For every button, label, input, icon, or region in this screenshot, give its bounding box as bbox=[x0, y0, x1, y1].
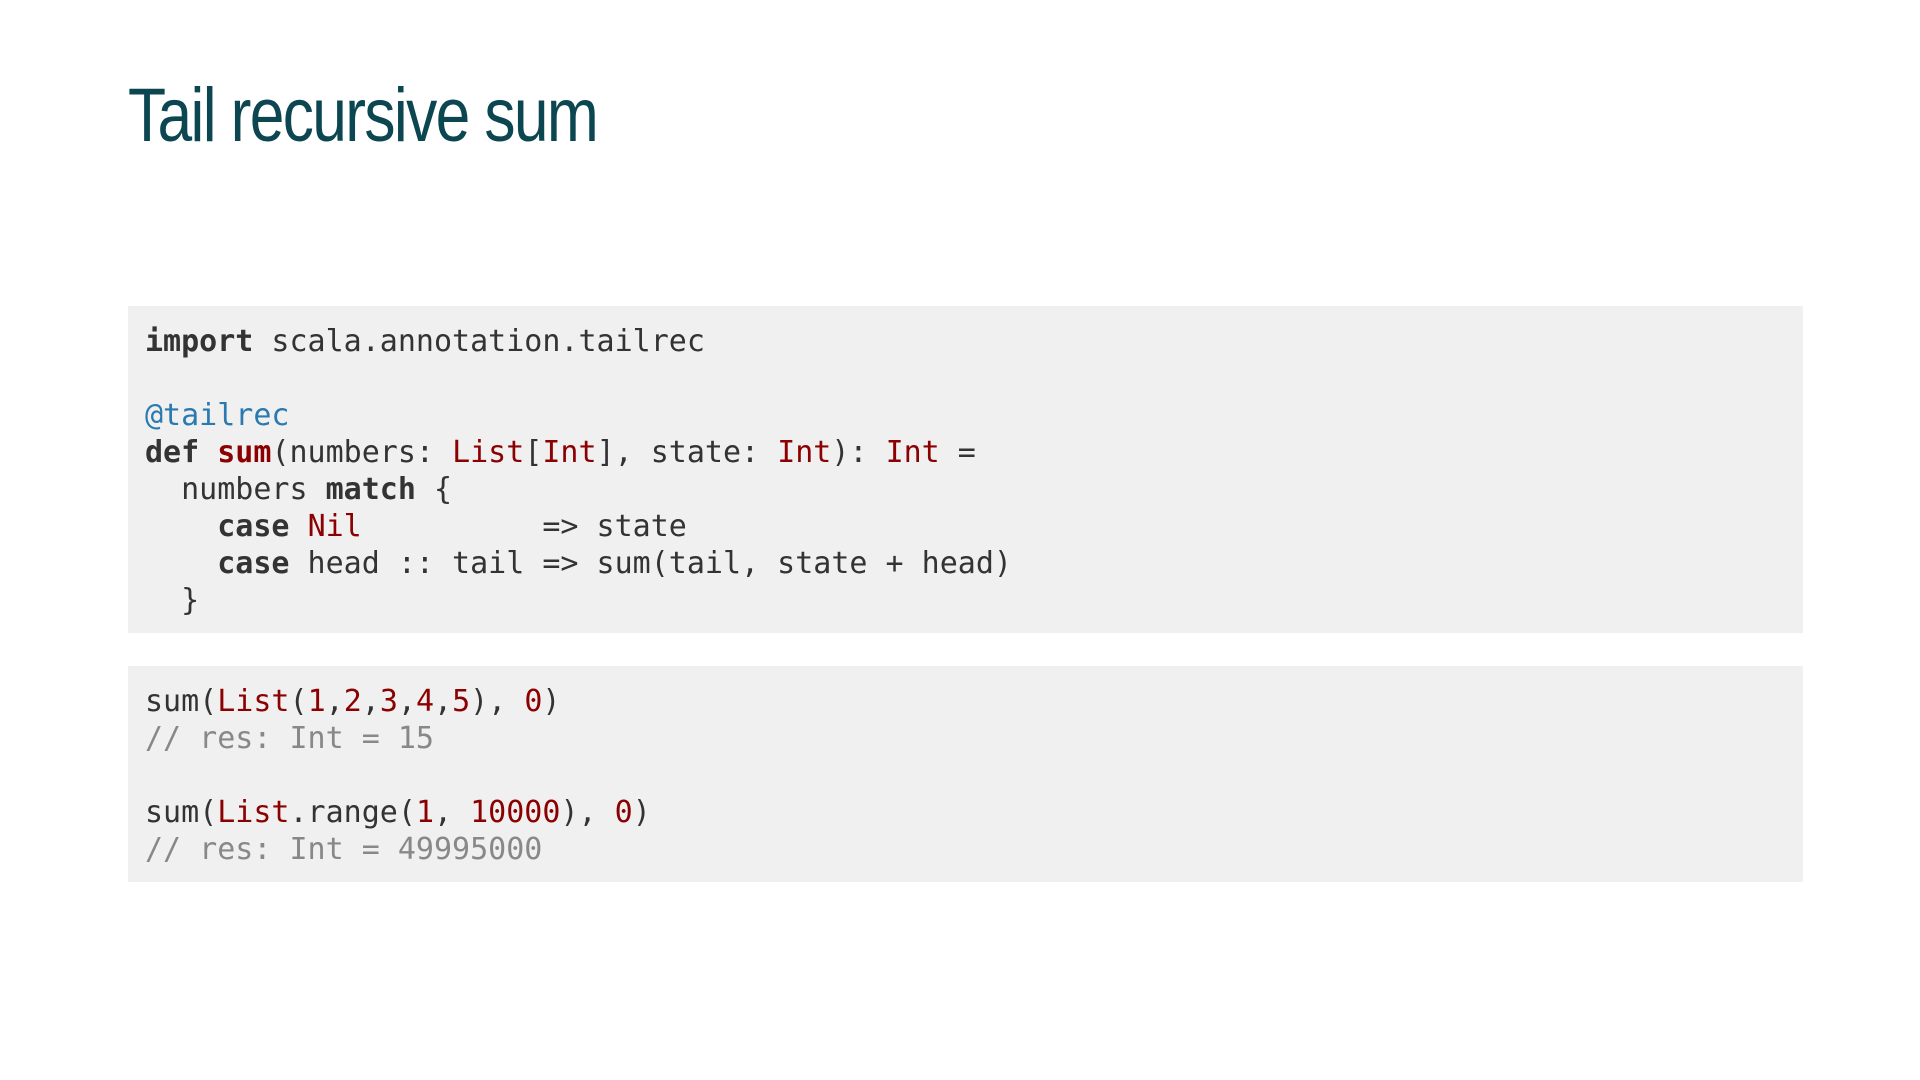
token-code-text bbox=[145, 509, 217, 544]
code-line: @tailrec bbox=[145, 397, 1786, 434]
token-code-text: , bbox=[434, 795, 471, 830]
code-line: sum(List(1,2,3,4,5), 0) bbox=[145, 683, 1786, 720]
token-code-text bbox=[290, 509, 308, 544]
token-type-name: List bbox=[452, 435, 525, 470]
token-code-text: sum( bbox=[145, 795, 218, 830]
code-block-definition: import scala.annotation.tailrec @tailrec d… bbox=[128, 306, 1803, 633]
code-line: } bbox=[145, 582, 1786, 619]
token-number-literal: 1 bbox=[307, 684, 326, 719]
token-code-text: ): bbox=[831, 435, 886, 470]
token-code-text: .range( bbox=[289, 795, 416, 830]
token-keyword: import bbox=[145, 324, 254, 359]
token-number-literal: 0 bbox=[614, 795, 633, 830]
token-number-literal: 5 bbox=[452, 684, 471, 719]
token-code-text: scala.annotation.tailrec bbox=[253, 324, 705, 359]
token-type-name: Int bbox=[777, 435, 832, 470]
token-code-text: ), bbox=[560, 795, 615, 830]
token-type-name: Int bbox=[542, 435, 597, 470]
token-code-text: ) bbox=[632, 795, 651, 830]
code-line: // res: Int = 49995000 bbox=[145, 831, 1786, 868]
token-keyword: def bbox=[145, 435, 200, 470]
token-code-text: ) bbox=[542, 684, 561, 719]
token-type-name: Nil bbox=[307, 509, 362, 544]
token-code-text: => state bbox=[361, 509, 687, 544]
token-type-name: List bbox=[217, 795, 290, 830]
token-type-name: List bbox=[217, 684, 290, 719]
code-line: case head :: tail => sum(tail, state + h… bbox=[145, 545, 1786, 582]
token-code-text: [ bbox=[524, 435, 543, 470]
token-code-text: } bbox=[145, 583, 200, 618]
token-number-literal: 10000 bbox=[470, 795, 561, 830]
token-number-literal: 2 bbox=[343, 684, 362, 719]
token-code-text: = bbox=[939, 435, 976, 470]
token-type-name: Int bbox=[885, 435, 940, 470]
token-code-text: , bbox=[434, 684, 453, 719]
token-code-text: sum( bbox=[145, 684, 218, 719]
token-number-literal: 0 bbox=[524, 684, 543, 719]
token-number-literal: 3 bbox=[379, 684, 398, 719]
token-code-text: , bbox=[325, 684, 344, 719]
token-code-text bbox=[145, 546, 217, 581]
token-function-name: sum bbox=[217, 435, 272, 470]
slide-title: Tail recursive sum bbox=[128, 73, 599, 158]
token-keyword: match bbox=[325, 472, 416, 507]
token-code-text bbox=[199, 435, 217, 470]
token-code-text: ( bbox=[289, 684, 308, 719]
code-line: // res: Int = 15 bbox=[145, 720, 1786, 757]
token-code-text: { bbox=[415, 472, 453, 507]
token-number-literal: 1 bbox=[415, 795, 434, 830]
token-annotation: @tailrec bbox=[145, 398, 290, 433]
token-code-text: numbers bbox=[145, 472, 326, 507]
token-code-text: (numbers: bbox=[271, 435, 453, 470]
token-code-text: , bbox=[397, 684, 416, 719]
code-line: sum(List.range(1, 10000), 0) bbox=[145, 794, 1786, 831]
token-keyword: case bbox=[217, 509, 290, 544]
token-keyword: case bbox=[217, 546, 290, 581]
code-block-usage: sum(List(1,2,3,4,5), 0)// res: Int = 15 s… bbox=[128, 666, 1803, 882]
token-code-text: ], state: bbox=[596, 435, 778, 470]
token-code-text: , bbox=[361, 684, 380, 719]
token-code-text: head :: tail => sum(tail, state + head) bbox=[289, 546, 1012, 581]
code-line: case Nil => state bbox=[145, 508, 1786, 545]
token-comment: // res: Int = 15 bbox=[145, 721, 434, 756]
code-line: numbers match { bbox=[145, 471, 1786, 508]
code-line: def sum(numbers: List[Int], state: Int):… bbox=[145, 434, 1786, 471]
token-number-literal: 4 bbox=[415, 684, 434, 719]
code-line: import scala.annotation.tailrec bbox=[145, 323, 1786, 360]
token-comment: // res: Int = 49995000 bbox=[145, 832, 543, 867]
token-code-text: ), bbox=[470, 684, 525, 719]
